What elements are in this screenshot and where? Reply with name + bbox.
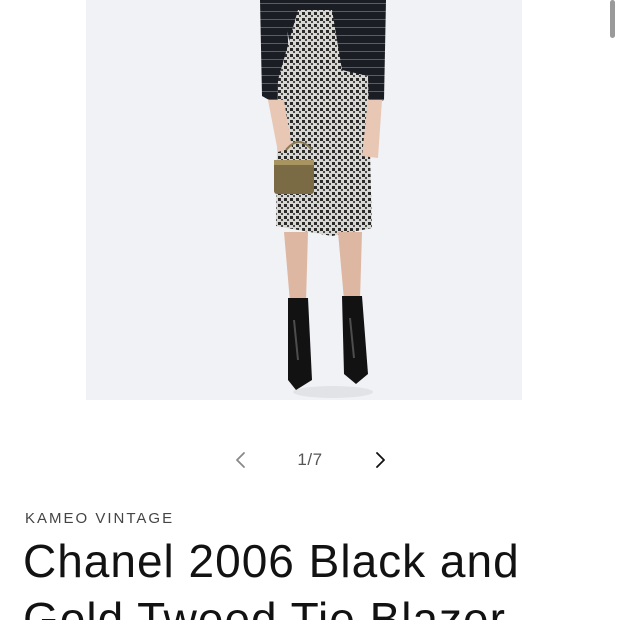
chevron-right-icon bbox=[376, 452, 385, 468]
gallery-nav: 1/7 bbox=[0, 440, 620, 480]
model-photo bbox=[260, 0, 386, 398]
product-title: Chanel 2006 Black and Gold Tweed Tie Bla… bbox=[23, 535, 520, 620]
product-page: 1/7 KAMEO VINTAGE Chanel 2006 Black and … bbox=[0, 0, 620, 620]
chevron-left-icon bbox=[236, 452, 245, 468]
vendor-label: KAMEO VINTAGE bbox=[25, 510, 175, 527]
previous-image-button[interactable] bbox=[226, 445, 256, 475]
product-image[interactable] bbox=[86, 0, 522, 400]
next-image-button[interactable] bbox=[365, 445, 395, 475]
image-counter: 1/7 bbox=[297, 450, 323, 469]
scrollbar[interactable] bbox=[610, 0, 615, 38]
